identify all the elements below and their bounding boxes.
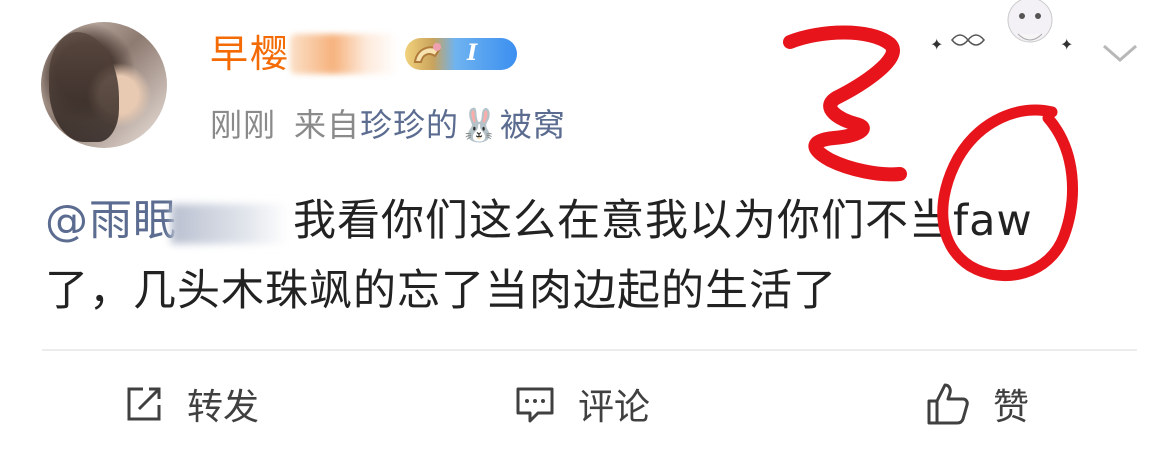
- post-content: @雨眠 我看你们这么在意我以为你们不当faw 了，几头木珠飒的忘了当肉边起的生活了: [45, 186, 1125, 326]
- badge-emblem-icon: [413, 43, 441, 63]
- source-prefix: 来自: [294, 106, 361, 144]
- post-meta: 刚刚 来自珍珍的🐰被窝: [210, 103, 566, 147]
- mention-blurred-region: [171, 203, 289, 244]
- comment-button[interactable]: 评论: [514, 376, 650, 432]
- source-link[interactable]: 珍珍的🐰被窝: [360, 106, 566, 144]
- svg-text:✦: ✦: [930, 35, 943, 54]
- mention-link[interactable]: @雨: [45, 196, 133, 246]
- badge-level: I: [467, 40, 478, 66]
- post-time: 刚刚: [210, 106, 277, 144]
- chevron-down-icon[interactable]: [1100, 40, 1140, 66]
- avatar[interactable]: [41, 22, 167, 148]
- sparkle-sticker-icon: ✦ ✦: [930, 0, 1073, 54]
- username[interactable]: 早樱: [210, 28, 290, 80]
- repost-label: 转发: [187, 387, 260, 428]
- thumbs-up-icon: [927, 383, 969, 425]
- like-button[interactable]: 赞: [925, 376, 1029, 432]
- comment-label: 评论: [578, 387, 651, 428]
- source-name-b[interactable]: 被窝: [500, 106, 566, 144]
- divider: [42, 349, 1137, 351]
- username-text[interactable]: 早樱: [210, 32, 290, 76]
- bunny-emoji-icon: 🐰: [459, 106, 500, 144]
- post-text-line-1: 我看你们这么在意我以为你们不当faw: [293, 196, 1033, 246]
- username-blurred-region: [290, 34, 398, 74]
- like-label: 赞: [993, 387, 1030, 428]
- comment-bubble-icon: [516, 387, 554, 423]
- share-square-icon: [127, 387, 161, 421]
- post-line-1: @雨眠 我看你们这么在意我以为你们不当faw: [45, 186, 1125, 256]
- post-line-2: 了，几头木珠飒的忘了当肉边起的生活了: [45, 266, 837, 316]
- svg-text:✦: ✦: [1060, 35, 1073, 54]
- member-badge[interactable]: I: [405, 38, 517, 70]
- source-name-a[interactable]: 珍珍的: [360, 106, 459, 144]
- avatar-image: [49, 32, 119, 142]
- repost-button[interactable]: 转发: [123, 376, 259, 432]
